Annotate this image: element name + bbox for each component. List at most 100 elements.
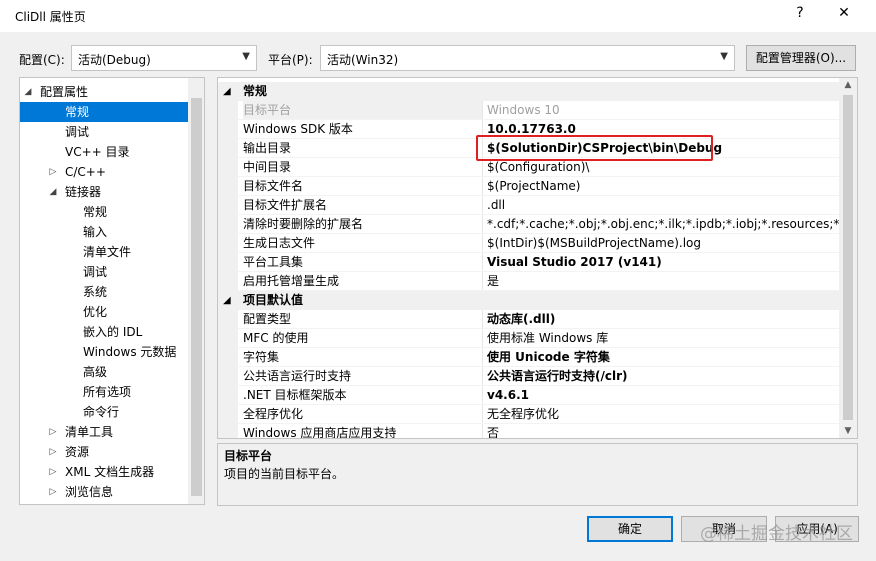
column-divider[interactable] [482, 215, 483, 234]
property-value[interactable]: .dll [487, 196, 839, 215]
tree-item[interactable]: ▷ 浏览信息 [20, 482, 188, 502]
property-value[interactable]: $(IntDir)$(MSBuildProjectName).log [487, 234, 839, 253]
column-divider[interactable] [482, 310, 483, 329]
collapsed-arrow-icon[interactable]: ▷ [47, 422, 59, 442]
scroll-down-icon[interactable]: ▼ [839, 426, 857, 436]
collapsed-arrow-icon[interactable]: ▷ [47, 442, 59, 462]
tree-item-label: 清单工具 [65, 425, 114, 439]
tree-item[interactable]: ◢ 链接器 [20, 182, 188, 202]
property-value[interactable]: 使用标准 Windows 库 [487, 329, 839, 348]
tree-item[interactable]: 输入 [20, 222, 188, 242]
property-grid[interactable]: ◢ 常规 目标平台 Windows 10 Windows SDK 版本 10.0.1776… [217, 77, 858, 439]
property-row[interactable]: 目标文件名 $(ProjectName) [218, 177, 839, 196]
column-divider[interactable] [482, 329, 483, 348]
scroll-up-icon[interactable]: ▲ [839, 80, 857, 90]
column-divider[interactable] [482, 367, 483, 386]
column-divider[interactable] [482, 234, 483, 253]
property-row[interactable]: 公共语言运行时支持 公共语言运行时支持(/clr) [218, 367, 839, 386]
grid-scrollbar[interactable]: ▲ ▼ [839, 78, 857, 438]
property-value[interactable]: 无全程序优化 [487, 405, 839, 424]
tree-item[interactable]: Windows 元数据 [20, 342, 188, 362]
property-row[interactable]: 目标文件扩展名 .dll [218, 196, 839, 215]
tree-item[interactable]: 高级 [20, 362, 188, 382]
property-value[interactable]: 是 [487, 272, 839, 291]
property-row[interactable]: Windows 应用商店应用支持 否 [218, 424, 839, 438]
tree-item[interactable]: 嵌入的 IDL [20, 322, 188, 342]
property-row[interactable]: 生成日志文件 $(IntDir)$(MSBuildProjectName).log [218, 234, 839, 253]
property-row[interactable]: MFC 的使用 使用标准 Windows 库 [218, 329, 839, 348]
property-row[interactable]: 配置类型 动态库(.dll) [218, 310, 839, 329]
tree-item[interactable]: 清单文件 [20, 242, 188, 262]
collapsed-arrow-icon[interactable]: ▷ [47, 162, 59, 182]
column-divider[interactable] [482, 386, 483, 405]
column-divider[interactable] [482, 424, 483, 438]
tree-item[interactable]: ▷ 清单工具 [20, 422, 188, 442]
help-icon[interactable]: ? [790, 5, 810, 27]
property-tree[interactable]: ◢ 配置属性 常规 调试 VC++ 目录 ▷ C/C++ ◢ 链接器 常规 输入 清单文件 调试 系统 优化… [19, 77, 205, 505]
property-row[interactable]: 清除时要删除的扩展名 *.cdf;*.cache;*.obj;*.obj.enc;… [218, 215, 839, 234]
collapsed-arrow-icon[interactable]: ▷ [47, 462, 59, 482]
column-divider[interactable] [482, 348, 483, 367]
property-value[interactable]: $(ProjectName) [487, 177, 839, 196]
description-text: 项目的当前目标平台。 [224, 467, 345, 481]
column-divider[interactable] [482, 405, 483, 424]
property-row[interactable]: 目标平台 Windows 10 [218, 101, 839, 120]
property-row[interactable]: .NET 目标框架版本 v4.6.1 [218, 386, 839, 405]
property-row[interactable]: 启用托管增量生成 是 [218, 272, 839, 291]
tree-item[interactable]: 优化 [20, 302, 188, 322]
collapsed-arrow-icon[interactable]: ▷ [47, 482, 59, 502]
tree-item[interactable]: 调试 [20, 122, 188, 142]
tree-item[interactable]: 系统 [20, 282, 188, 302]
property-row[interactable]: 全程序优化 无全程序优化 [218, 405, 839, 424]
tree-item[interactable]: 所有选项 [20, 382, 188, 402]
property-name: 配置类型 [243, 312, 292, 326]
property-value[interactable]: *.cdf;*.cache;*.obj;*.obj.enc;*.ilk;*.ip… [487, 215, 839, 234]
tree-item[interactable]: ◢ 配置属性 [20, 82, 188, 102]
tree-item[interactable]: ▷ C/C++ [20, 162, 188, 182]
row-gutter [218, 272, 238, 291]
column-divider[interactable] [482, 253, 483, 272]
tree-item[interactable]: ▷ XML 文档生成器 [20, 462, 188, 482]
column-divider[interactable] [482, 177, 483, 196]
property-value[interactable]: 公共语言运行时支持(/clr) [487, 367, 839, 386]
row-gutter [218, 215, 238, 234]
grid-scrollbar-thumb[interactable] [843, 95, 853, 420]
expanded-arrow-icon[interactable]: ◢ [223, 82, 231, 101]
property-value[interactable]: Visual Studio 2017 (v141) [487, 253, 839, 272]
column-divider[interactable] [482, 101, 483, 120]
property-name: 字符集 [243, 350, 280, 364]
tree-item[interactable]: ▷ 资源 [20, 442, 188, 462]
property-name: Windows SDK 版本 [243, 122, 353, 136]
tree-item-label: 链接器 [65, 185, 102, 199]
expanded-arrow-icon[interactable]: ◢ [22, 82, 34, 102]
grid-category[interactable]: ◢ 常规 [218, 82, 839, 101]
platform-dropdown[interactable]: 活动(Win32) ▼ [320, 45, 735, 71]
category-label: 常规 [243, 84, 268, 98]
expanded-arrow-icon[interactable]: ◢ [47, 182, 59, 202]
property-row[interactable]: 平台工具集 Visual Studio 2017 (v141) [218, 253, 839, 272]
column-divider[interactable] [482, 272, 483, 291]
tree-scrollbar[interactable] [188, 78, 204, 504]
config-dropdown[interactable]: 活动(Debug) ▼ [71, 45, 257, 71]
tree-item[interactable]: 命令行 [20, 402, 188, 422]
property-name: 公共语言运行时支持 [243, 369, 352, 383]
row-gutter [218, 101, 238, 120]
close-icon[interactable]: ✕ [834, 5, 854, 27]
expanded-arrow-icon[interactable]: ◢ [223, 291, 231, 310]
property-row[interactable]: 字符集 使用 Unicode 字符集 [218, 348, 839, 367]
property-value[interactable]: 否 [487, 424, 839, 438]
ok-button[interactable]: 确定 [587, 516, 673, 542]
property-name: 中间目录 [243, 160, 292, 174]
tree-item[interactable]: 调试 [20, 262, 188, 282]
grid-category[interactable]: ◢ 项目默认值 [218, 291, 839, 310]
property-value[interactable]: 使用 Unicode 字符集 [487, 348, 839, 367]
tree-item[interactable]: 常规 [20, 102, 188, 122]
property-value[interactable]: 动态库(.dll) [487, 310, 839, 329]
tree-item[interactable]: 常规 [20, 202, 188, 222]
config-manager-button[interactable]: 配置管理器(O)... [746, 45, 856, 71]
tree-scrollbar-thumb[interactable] [191, 98, 202, 496]
property-value[interactable]: Windows 10 [487, 101, 839, 120]
tree-item[interactable]: VC++ 目录 [20, 142, 188, 162]
column-divider[interactable] [482, 196, 483, 215]
property-value[interactable]: v4.6.1 [487, 386, 839, 405]
